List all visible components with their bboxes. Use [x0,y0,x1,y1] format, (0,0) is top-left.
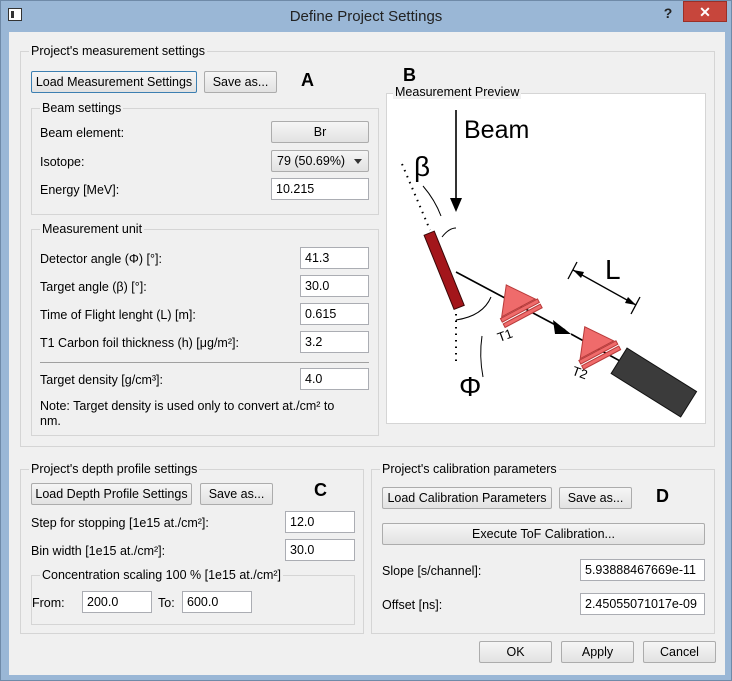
detector-angle-input[interactable]: 41.3 [300,247,369,269]
target-density-input[interactable]: 4.0 [300,368,369,390]
to-input[interactable]: 600.0 [182,591,252,613]
save-depth-profile-button[interactable]: Save as... [200,483,273,505]
beam-settings-title: Beam settings [40,101,124,115]
phi-label: Φ [459,371,481,402]
load-calibration-button[interactable]: Load Calibration Parameters [382,487,552,509]
detector-angle-label: Detector angle (Φ) [°]: [40,252,162,266]
detector-block [610,347,698,418]
cancel-button[interactable]: Cancel [643,641,716,663]
offset-label: Offset [ns]: [382,598,443,612]
energy-label: Energy [MeV]: [40,183,120,197]
concentration-scaling-title: Concentration scaling 100 % [1e15 at./cm… [40,568,284,582]
isotope-label: Isotope: [40,155,85,169]
tof-length-input[interactable]: 0.615 [300,303,369,325]
save-calibration-button[interactable]: Save as... [559,487,632,509]
length-arrowhead-start [573,270,584,278]
marker-c: C [314,480,327,500]
target-angle-input[interactable]: 30.0 [300,275,369,297]
beam-settings-group: Beam settings Beam element: Br Isotope: … [31,101,379,215]
beam-label: Beam [464,116,529,144]
energy-input[interactable]: 10.215 [271,178,369,200]
target-density-label: Target density [g/cm³]: [40,373,163,387]
depth-profile-group: Project's depth profile settings Load De… [20,462,364,634]
carbon-foil-label: T1 Carbon foil thickness (h) [μg/m²]: [40,336,239,350]
step-stopping-input[interactable]: 12.0 [285,511,355,533]
measurement-preview: Measurement Preview Beam β Φ T1 T2 L [386,85,706,424]
density-note-line2: nm. [40,414,61,428]
isotope-select-value: 79 (50.69%) [277,154,346,168]
isotope-select[interactable]: 79 (50.69%) [271,150,369,172]
target-sample [423,230,465,311]
length-arrowhead-end [625,297,636,305]
beam-element-button[interactable]: Br [271,121,369,143]
slope-input[interactable]: 5.93888467669e-11 [580,559,705,581]
bin-width-label: Bin width [1e15 at./cm²]: [31,544,166,558]
measurement-settings-group: Project's measurement settings Load Meas… [20,44,715,447]
from-label: From: [32,596,65,610]
close-button[interactable]: ✕ [683,1,727,22]
title-bar[interactable]: Define Project Settings ? ✕ [1,1,731,31]
execute-tof-calibration-button[interactable]: Execute ToF Calibration... [382,523,705,545]
dialog-window: Define Project Settings ? ✕ Project's me… [0,0,732,681]
beam-element-label: Beam element: [40,126,125,140]
t2-timing-gate [578,326,622,371]
load-depth-profile-button[interactable]: Load Depth Profile Settings [31,483,192,505]
measurement-diagram: Beam β Φ T1 T2 L [401,110,698,418]
beam-arrowhead [450,198,462,212]
marker-a: A [301,70,314,90]
target-angle-label: Target angle (β) [°]: [40,280,147,294]
tof-length-label: Time of Flight lenght (L) [m]: [40,308,196,322]
density-note-line1: Note: Target density is used only to con… [40,399,335,413]
beta-arc [441,227,457,238]
slope-label: Slope [s/channel]: [382,564,482,578]
trajectory-arrowhead [553,320,571,334]
to-label: To: [158,596,175,610]
measurement-unit-title: Measurement unit [40,222,145,236]
marker-b: B [403,65,416,85]
measurement-settings-title: Project's measurement settings [29,44,207,58]
concentration-scaling-group: Concentration scaling 100 % [1e15 at./cm… [31,568,355,625]
dialog-content: Project's measurement settings Load Meas… [9,32,725,675]
t1-label: T1 [495,326,514,345]
measurement-unit-group: Measurement unit Detector angle (Φ) [°]:… [31,222,379,436]
marker-d: D [656,486,669,506]
window-title: Define Project Settings [289,8,443,25]
save-measurement-settings-button[interactable]: Save as... [204,71,277,93]
depth-profile-title: Project's depth profile settings [29,462,200,476]
unit-separator [40,362,369,363]
help-button[interactable]: ? [658,3,678,23]
from-input[interactable]: 200.0 [82,591,152,613]
bin-width-input[interactable]: 30.0 [285,539,355,561]
ok-button[interactable]: OK [479,641,552,663]
length-label: L [605,254,621,285]
beta-pointer [422,185,442,217]
length-tick-end [630,296,641,315]
load-measurement-settings-button[interactable]: Load Measurement Settings [31,71,197,93]
t1-timing-gate [499,284,543,329]
apply-button[interactable]: Apply [561,641,634,663]
chevron-down-icon [354,159,362,164]
calibration-title: Project's calibration parameters [380,462,559,476]
calibration-group: Project's calibration parameters Load Ca… [371,462,715,634]
beta-label: β [414,151,430,182]
offset-input[interactable]: 2.45055071017e-09 [580,593,705,615]
step-stopping-label: Step for stopping [1e15 at./cm²]: [31,516,209,530]
carbon-foil-input[interactable]: 3.2 [300,331,369,353]
